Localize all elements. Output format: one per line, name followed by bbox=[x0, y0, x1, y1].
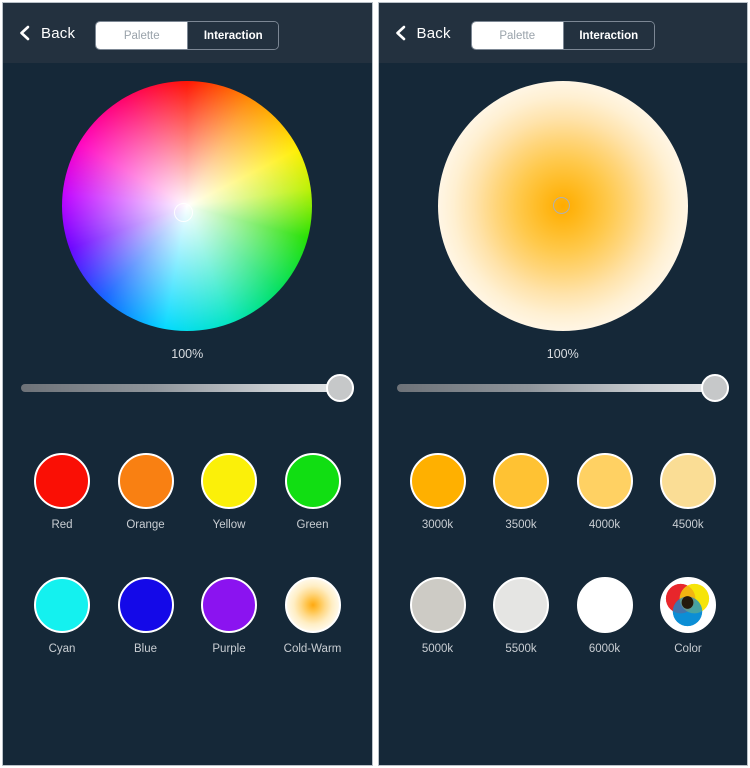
selector-ring-icon[interactable] bbox=[552, 197, 570, 214]
swatch-label-orange: Orange bbox=[126, 519, 165, 531]
swatch-label-6000k: 6000k bbox=[588, 643, 621, 655]
swatch-dot-cold-warm[interactable] bbox=[284, 577, 341, 633]
swatch-dot-purple[interactable] bbox=[201, 577, 257, 633]
swatch-cold-warm[interactable]: Cold-Warm bbox=[276, 577, 350, 655]
swatch-label-5500k: 5500k bbox=[505, 643, 537, 655]
swatch-dot-orange[interactable] bbox=[117, 453, 174, 509]
back-label-right: Back bbox=[416, 24, 451, 42]
swatch-5500k[interactable]: 5500k bbox=[484, 577, 558, 655]
slider-track-left[interactable] bbox=[21, 384, 354, 392]
chevron-left-icon bbox=[17, 24, 32, 42]
slider-knob-left[interactable] bbox=[325, 374, 354, 402]
swatch-label-3500k: 3500k bbox=[505, 519, 537, 531]
swatch-label-green: Green bbox=[296, 519, 329, 531]
swatch-label-red: Red bbox=[51, 519, 73, 531]
swatch-label-4500k: 4500k bbox=[672, 519, 704, 531]
swatch-dot-blue[interactable] bbox=[117, 577, 174, 633]
swatch-dot-5000k[interactable] bbox=[409, 577, 466, 633]
back-button-left[interactable]: Back bbox=[17, 24, 75, 42]
segmented-control-left: Palette Interaction bbox=[95, 21, 280, 50]
swatch-dot-yellow[interactable] bbox=[201, 453, 257, 509]
brightness-slider-block-left: 100% bbox=[3, 347, 372, 402]
top-bar-right: Back Palette Interaction bbox=[378, 3, 747, 63]
brightness-slider-block-right: 100% bbox=[379, 347, 748, 402]
panel-body-right: 100% 3000k 3500k 4000k 4500k 5000k 5500k… bbox=[378, 63, 748, 765]
tab-interaction-right[interactable]: Interaction bbox=[562, 22, 654, 49]
warm-white-picker[interactable] bbox=[437, 81, 688, 331]
tab-palette-left[interactable]: Palette bbox=[96, 22, 188, 49]
swatch-label-cyan: Cyan bbox=[48, 643, 76, 655]
swatch-blue[interactable]: Blue bbox=[109, 577, 183, 655]
warm-light-wrap bbox=[379, 81, 748, 331]
swatch-color[interactable]: Color bbox=[651, 577, 725, 655]
swatch-dot-red[interactable] bbox=[34, 453, 90, 509]
swatch-row-2-left: Cyan Blue Purple Cold-Warm bbox=[3, 577, 372, 655]
swatch-row-1-left: Red Orange Yellow Green bbox=[3, 453, 372, 531]
top-bar-left: Back Palette Interaction bbox=[3, 3, 372, 63]
swatch-label-blue: Blue bbox=[133, 643, 158, 655]
swatch-label-yellow: Yellow bbox=[212, 519, 246, 531]
swatch-3500k[interactable]: 3500k bbox=[484, 453, 558, 531]
slider-track-right[interactable] bbox=[396, 384, 729, 392]
brightness-slider-left[interactable] bbox=[21, 374, 354, 402]
swatch-dot-3000k[interactable] bbox=[409, 453, 466, 509]
swatch-label-5000k: 5000k bbox=[421, 643, 454, 655]
swatch-row-2-right: 5000k 5500k 6000k Color bbox=[379, 577, 748, 655]
swatch-label-4000k: 4000k bbox=[588, 519, 621, 531]
swatch-dot-4000k[interactable] bbox=[576, 453, 633, 509]
brightness-value-left: 100% bbox=[171, 347, 204, 361]
back-button-right[interactable]: Back bbox=[393, 24, 451, 42]
swatch-dot-5500k[interactable] bbox=[493, 577, 549, 633]
segmented-control-right: Palette Interaction bbox=[470, 21, 655, 50]
swatch-dot-3500k[interactable] bbox=[493, 453, 549, 509]
brightness-value-right: 100% bbox=[546, 347, 579, 361]
swatch-4000k[interactable]: 4000k bbox=[568, 453, 642, 531]
swatch-3000k[interactable]: 3000k bbox=[401, 453, 475, 531]
palette-panel: Back Palette Interaction 100% Red Orange… bbox=[2, 2, 373, 766]
swatch-dot-green[interactable] bbox=[284, 453, 341, 509]
interaction-panel: Back Palette Interaction 100% 3000k 3500… bbox=[377, 2, 748, 766]
color-wheel-picker[interactable] bbox=[62, 81, 313, 331]
panel-body-left: 100% Red Orange Yellow Green Cyan Blue P… bbox=[3, 63, 372, 765]
swatch-5000k[interactable]: 5000k bbox=[401, 577, 475, 655]
selector-ring-icon[interactable] bbox=[174, 203, 194, 222]
swatch-label-color: Color bbox=[674, 643, 702, 655]
swatch-yellow[interactable]: Yellow bbox=[192, 453, 266, 531]
brightness-slider-right[interactable] bbox=[396, 374, 729, 402]
swatch-label-purple: Purple bbox=[212, 643, 246, 655]
swatch-label-3000k: 3000k bbox=[421, 519, 454, 531]
chevron-left-icon bbox=[393, 24, 408, 42]
swatch-dot-cyan[interactable] bbox=[34, 577, 90, 633]
dual-screenshot-stage: Back Palette Interaction 100% Red Orange… bbox=[0, 0, 750, 768]
swatch-label-cold-warm: Cold-Warm bbox=[283, 643, 342, 655]
swatch-orange[interactable]: Orange bbox=[109, 453, 183, 531]
swatch-6000k[interactable]: 6000k bbox=[568, 577, 642, 655]
color-wheel-wrap bbox=[3, 81, 372, 331]
swatch-row-1-right: 3000k 3500k 4000k 4500k bbox=[379, 453, 748, 531]
slider-knob-right[interactable] bbox=[701, 374, 729, 402]
tab-interaction-left[interactable]: Interaction bbox=[187, 22, 279, 49]
swatch-dot-color[interactable] bbox=[660, 577, 716, 633]
back-label-left: Back bbox=[41, 24, 76, 42]
swatch-purple[interactable]: Purple bbox=[192, 577, 266, 655]
rgb-venn-icon bbox=[665, 583, 710, 627]
swatch-dot-6000k[interactable] bbox=[576, 577, 633, 633]
swatch-dot-4500k[interactable] bbox=[660, 453, 716, 509]
swatch-green[interactable]: Green bbox=[276, 453, 350, 531]
tab-palette-right[interactable]: Palette bbox=[471, 22, 563, 49]
swatch-4500k[interactable]: 4500k bbox=[651, 453, 725, 531]
swatch-red[interactable]: Red bbox=[25, 453, 99, 531]
swatch-cyan[interactable]: Cyan bbox=[25, 577, 99, 655]
